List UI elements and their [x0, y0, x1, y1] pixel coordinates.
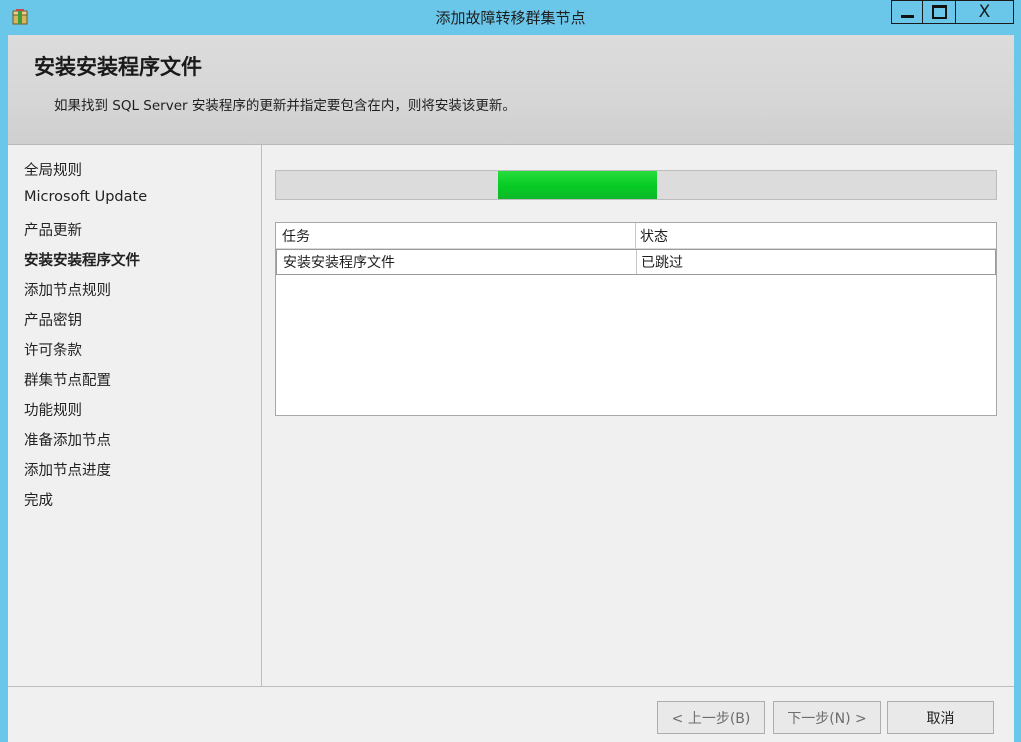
table-row[interactable]: 安装安装程序文件 已跳过 — [276, 249, 996, 275]
sidebar-item-add-node-progress[interactable]: 添加节点进度 — [24, 459, 111, 480]
column-divider — [636, 250, 637, 274]
next-button[interactable]: 下一步(N) > — [773, 701, 881, 734]
sidebar-item-cluster-node-config[interactable]: 群集节点配置 — [24, 369, 111, 390]
close-button[interactable]: X — [956, 0, 1014, 24]
wizard-footer: < 上一步(B) 下一步(N) > 取消 — [8, 686, 1014, 742]
main-content: 任务 状态 安装安装程序文件 已跳过 — [262, 145, 1014, 686]
column-divider — [635, 223, 636, 248]
sidebar-item-product-updates[interactable]: 产品更新 — [24, 219, 82, 240]
sidebar-item-install-setup-files[interactable]: 安装安装程序文件 — [24, 249, 140, 270]
sidebar-item-add-node-rules[interactable]: 添加节点规则 — [24, 279, 111, 300]
task-table: 任务 状态 安装安装程序文件 已跳过 — [275, 222, 997, 416]
window-title: 添加故障转移群集节点 — [435, 9, 586, 27]
progress-bar — [275, 170, 997, 200]
wizard-steps-sidebar: 全局规则 Microsoft Update 产品更新 安装安装程序文件 添加节点… — [8, 145, 262, 686]
sidebar-item-complete[interactable]: 完成 — [24, 489, 53, 510]
sidebar-item-license-terms[interactable]: 许可条款 — [24, 339, 82, 360]
sidebar-item-product-key[interactable]: 产品密钥 — [24, 309, 82, 330]
maximize-icon — [931, 5, 947, 19]
sidebar-item-microsoft-update[interactable]: Microsoft Update — [24, 189, 147, 205]
minimize-icon — [900, 14, 914, 18]
page-description: 如果找到 SQL Server 安装程序的更新并指定要包含在内，则将安装该更新。 — [54, 98, 516, 114]
cancel-button[interactable]: 取消 — [887, 701, 994, 734]
dialog-client: 安装安装程序文件 如果找到 SQL Server 安装程序的更新并指定要包含在内… — [8, 35, 1014, 742]
sidebar-item-global-rules[interactable]: 全局规则 — [24, 159, 82, 180]
column-header-status[interactable]: 状态 — [640, 223, 992, 248]
back-button[interactable]: < 上一步(B) — [657, 701, 765, 734]
progress-indicator — [498, 171, 657, 199]
table-header: 任务 状态 — [276, 223, 996, 249]
page-title: 安装安装程序文件 — [34, 55, 202, 79]
task-cell: 安装安装程序文件 — [283, 255, 395, 271]
maximize-button[interactable] — [923, 0, 956, 24]
sidebar-item-ready-to-add-node[interactable]: 准备添加节点 — [24, 429, 111, 450]
close-icon: X — [978, 2, 991, 22]
minimize-button[interactable] — [891, 0, 923, 24]
sidebar-item-feature-rules[interactable]: 功能规则 — [24, 399, 82, 420]
setup-window: 添加故障转移群集节点 X 安装安装程序文件 如果找到 SQL Server 安装… — [0, 0, 1021, 742]
page-header: 安装安装程序文件 如果找到 SQL Server 安装程序的更新并指定要包含在内… — [8, 35, 1014, 145]
column-header-task[interactable]: 任务 — [282, 223, 634, 248]
title-bar[interactable]: 添加故障转移群集节点 X — [0, 0, 1021, 34]
status-cell: 已跳过 — [641, 255, 683, 271]
